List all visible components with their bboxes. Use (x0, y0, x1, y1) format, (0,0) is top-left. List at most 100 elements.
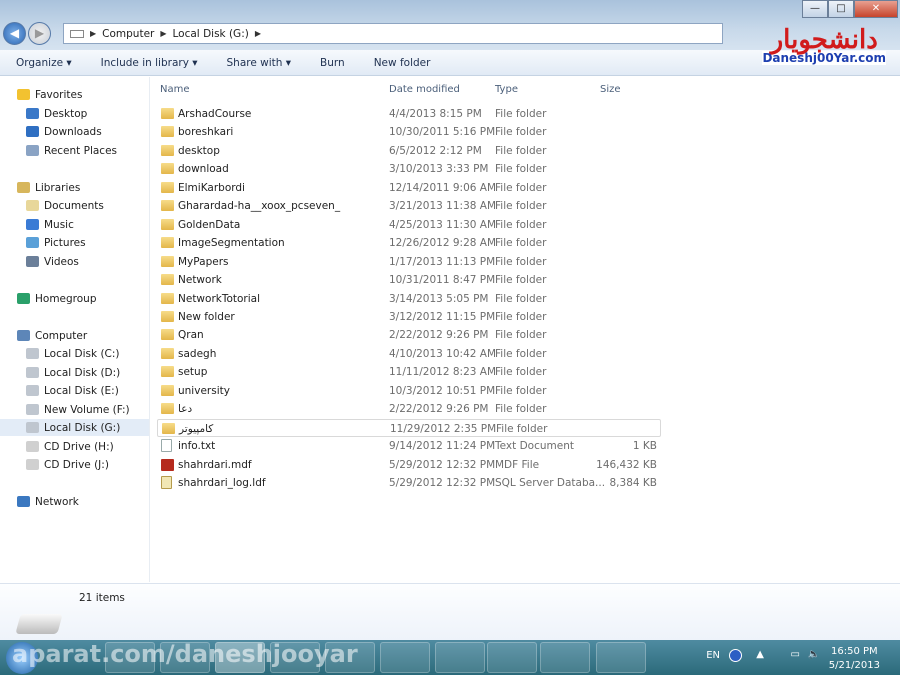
file-type: File folder (495, 384, 547, 397)
location-icon (26, 459, 39, 470)
file-row[interactable]: Gharardad-ha__xoox_pcseven_ 3/21/2013 11:… (157, 197, 661, 215)
file-date: 9/14/2012 11:24 PM (389, 440, 496, 453)
sidebar-item-music[interactable]: Music (26, 216, 74, 233)
maximize-button[interactable]: □ (828, 0, 854, 18)
breadcrumb-local-disk-g[interactable]: Local Disk (G:) (173, 28, 249, 40)
sidebar-item-local-disk-d[interactable]: Local Disk (D:) (26, 364, 120, 381)
column-header-type[interactable]: Type (495, 84, 518, 95)
file-row[interactable]: boreshkari 10/30/2011 5:16 PM File folder (157, 123, 661, 141)
location-icon (26, 441, 39, 452)
file-row[interactable]: Qran 2/22/2012 9:26 PM File folder (157, 326, 661, 344)
file-row[interactable]: info.txt 9/14/2012 11:24 PM Text Document 1… (157, 437, 661, 455)
taskbar-firefox-button[interactable] (380, 642, 430, 673)
taskbar-game-button[interactable] (487, 642, 537, 673)
chevron-right-icon[interactable]: ▶ (255, 29, 261, 38)
taskbar-toolbox-button[interactable] (540, 642, 590, 673)
column-header-name[interactable]: Name (160, 84, 190, 95)
file-row[interactable]: desktop 6/5/2012 2:12 PM File folder (157, 142, 661, 160)
file-row[interactable]: New folder 3/12/2012 11:15 PM File folder (157, 308, 661, 326)
file-date: 10/31/2011 8:47 PM (389, 274, 496, 287)
network-icon[interactable]: ▭ (791, 649, 800, 660)
file-type: File folder (495, 108, 547, 120)
file-row[interactable]: shahrdari.mdf 5/29/2012 12:32 PM MDF File 1… (157, 456, 661, 474)
include-in-library-button[interactable]: Include in library ▾ (85, 57, 211, 69)
help-icon[interactable] (729, 649, 742, 662)
file-size: 8,384 KB (609, 477, 658, 489)
burn-button[interactable]: Burn (304, 57, 358, 69)
sidebar-item-homegroup[interactable]: Homegroup (17, 290, 97, 307)
drive-icon (70, 29, 84, 38)
taskbar-office-picture-button[interactable] (435, 642, 485, 673)
sidebar-item-network[interactable]: Network (17, 493, 79, 510)
file-date: 11/11/2012 8:23 AM (389, 366, 497, 379)
sidebar-item-local-disk-g[interactable]: Local Disk (G:) (0, 419, 149, 436)
sidebar-item-label: CD Drive (J:) (44, 458, 109, 471)
sidebar-item-downloads[interactable]: Downloads (26, 123, 102, 140)
sidebar-item-videos[interactable]: Videos (26, 253, 79, 270)
file-row[interactable]: Network 10/31/2011 8:47 PM File folder (157, 271, 661, 289)
file-row[interactable]: ArshadCourse 4/4/2013 8:15 PM File folder (157, 105, 661, 123)
file-row[interactable]: MyPapers 1/17/2013 11:13 PM File folder (157, 253, 661, 271)
file-size: 146,432 KB (596, 458, 657, 471)
file-date: 10/30/2011 5:16 PM (389, 126, 496, 139)
file-name: ArshadCourse (178, 108, 252, 120)
file-row[interactable]: setup 11/11/2012 8:23 AM File folder (157, 363, 661, 381)
sidebar-item-libraries[interactable]: Libraries (17, 179, 80, 196)
language-indicator[interactable]: EN (706, 650, 720, 661)
sidebar-item-label: Local Disk (E:) (44, 384, 119, 397)
folder-icon (161, 310, 174, 322)
sidebar-item-new-volume-f[interactable]: New Volume (F:) (26, 401, 130, 418)
file-type: File folder (495, 347, 547, 360)
file-name: New folder (178, 310, 235, 323)
file-row[interactable]: ElmiKarbordi 12/14/2011 9:06 AM File folde… (157, 179, 661, 197)
minimize-button[interactable]: — (802, 0, 828, 18)
watermark-text: aparat.com/daneshjooyar (12, 640, 358, 668)
folder-icon (161, 347, 174, 359)
back-button[interactable]: ◀ (3, 22, 26, 45)
breadcrumb-computer[interactable]: Computer (102, 28, 154, 40)
file-row[interactable]: download 3/10/2013 3:33 PM File folder (157, 160, 661, 178)
organize-button[interactable]: Organize ▾ (0, 57, 85, 69)
column-header-date[interactable]: Date modified (389, 84, 460, 95)
show-hidden-icons-icon[interactable]: ▲ (756, 649, 764, 660)
clock[interactable]: 16:50 PM 5/21/2013 (829, 645, 880, 673)
file-date: 3/12/2012 11:15 PM (389, 310, 496, 323)
file-row[interactable]: university 10/3/2012 10:51 PM File folder (157, 382, 661, 400)
sidebar-item-computer[interactable]: Computer (17, 327, 87, 344)
sidebar-item-pictures[interactable]: Pictures (26, 234, 86, 251)
chevron-right-icon: ▶ (160, 29, 167, 38)
location-icon (26, 422, 39, 433)
file-name: GoldenData (178, 218, 241, 231)
sidebar-item-cd-drive-h[interactable]: CD Drive (H:) (26, 438, 114, 455)
mdf-file-icon (161, 458, 174, 471)
file-row[interactable]: GoldenData 4/25/2013 11:30 AM File folder (157, 216, 661, 234)
sidebar-item-label: Local Disk (C:) (44, 347, 120, 360)
file-row[interactable]: ImageSegmentation 12/26/2012 9:28 AM File … (157, 234, 661, 252)
sidebar-item-documents[interactable]: Documents (26, 197, 104, 214)
file-row[interactable]: sadegh 4/10/2013 10:42 AM File folder (157, 345, 661, 363)
file-row[interactable]: کامپیوتر 11/29/2012 2:35 PM File folder (157, 418, 661, 437)
file-list: Name Date modified Type Size ArshadCours… (151, 77, 900, 582)
share-with-button[interactable]: Share with ▾ (211, 57, 305, 69)
file-row[interactable]: دعا 2/22/2012 9:26 PM File folder (157, 400, 661, 418)
address-bar[interactable]: ▶ Computer ▶ Local Disk (G:) ▶ (63, 23, 723, 44)
sidebar-item-local-disk-e[interactable]: Local Disk (E:) (26, 382, 119, 399)
file-name: boreshkari (178, 126, 234, 139)
column-header-size[interactable]: Size (600, 84, 621, 95)
sidebar-item-local-disk-c[interactable]: Local Disk (C:) (26, 345, 120, 362)
folder-icon (161, 218, 174, 230)
forward-button[interactable]: ▶ (28, 22, 51, 45)
file-date: 1/17/2013 11:13 PM (389, 255, 496, 268)
sidebar-item-cd-drive-j[interactable]: CD Drive (J:) (26, 456, 109, 473)
taskbar-command-prompt-button[interactable] (596, 642, 646, 673)
sidebar-item-desktop[interactable]: Desktop (26, 105, 87, 122)
volume-icon[interactable]: 🔈 (808, 649, 820, 660)
sidebar-item-favorites[interactable]: Favorites (17, 86, 82, 103)
file-row[interactable]: NetworkTotorial 3/14/2013 5:05 PM File fol… (157, 290, 661, 308)
close-button[interactable]: ✕ (854, 0, 898, 18)
file-date: 3/10/2013 3:33 PM (389, 163, 489, 176)
file-name: ImageSegmentation (178, 237, 285, 250)
file-row[interactable]: shahrdari_log.ldf 5/29/2012 12:32 PM SQL S… (157, 474, 661, 492)
sidebar-item-recent-places[interactable]: Recent Places (26, 142, 117, 159)
new-folder-button[interactable]: New folder (358, 57, 444, 69)
